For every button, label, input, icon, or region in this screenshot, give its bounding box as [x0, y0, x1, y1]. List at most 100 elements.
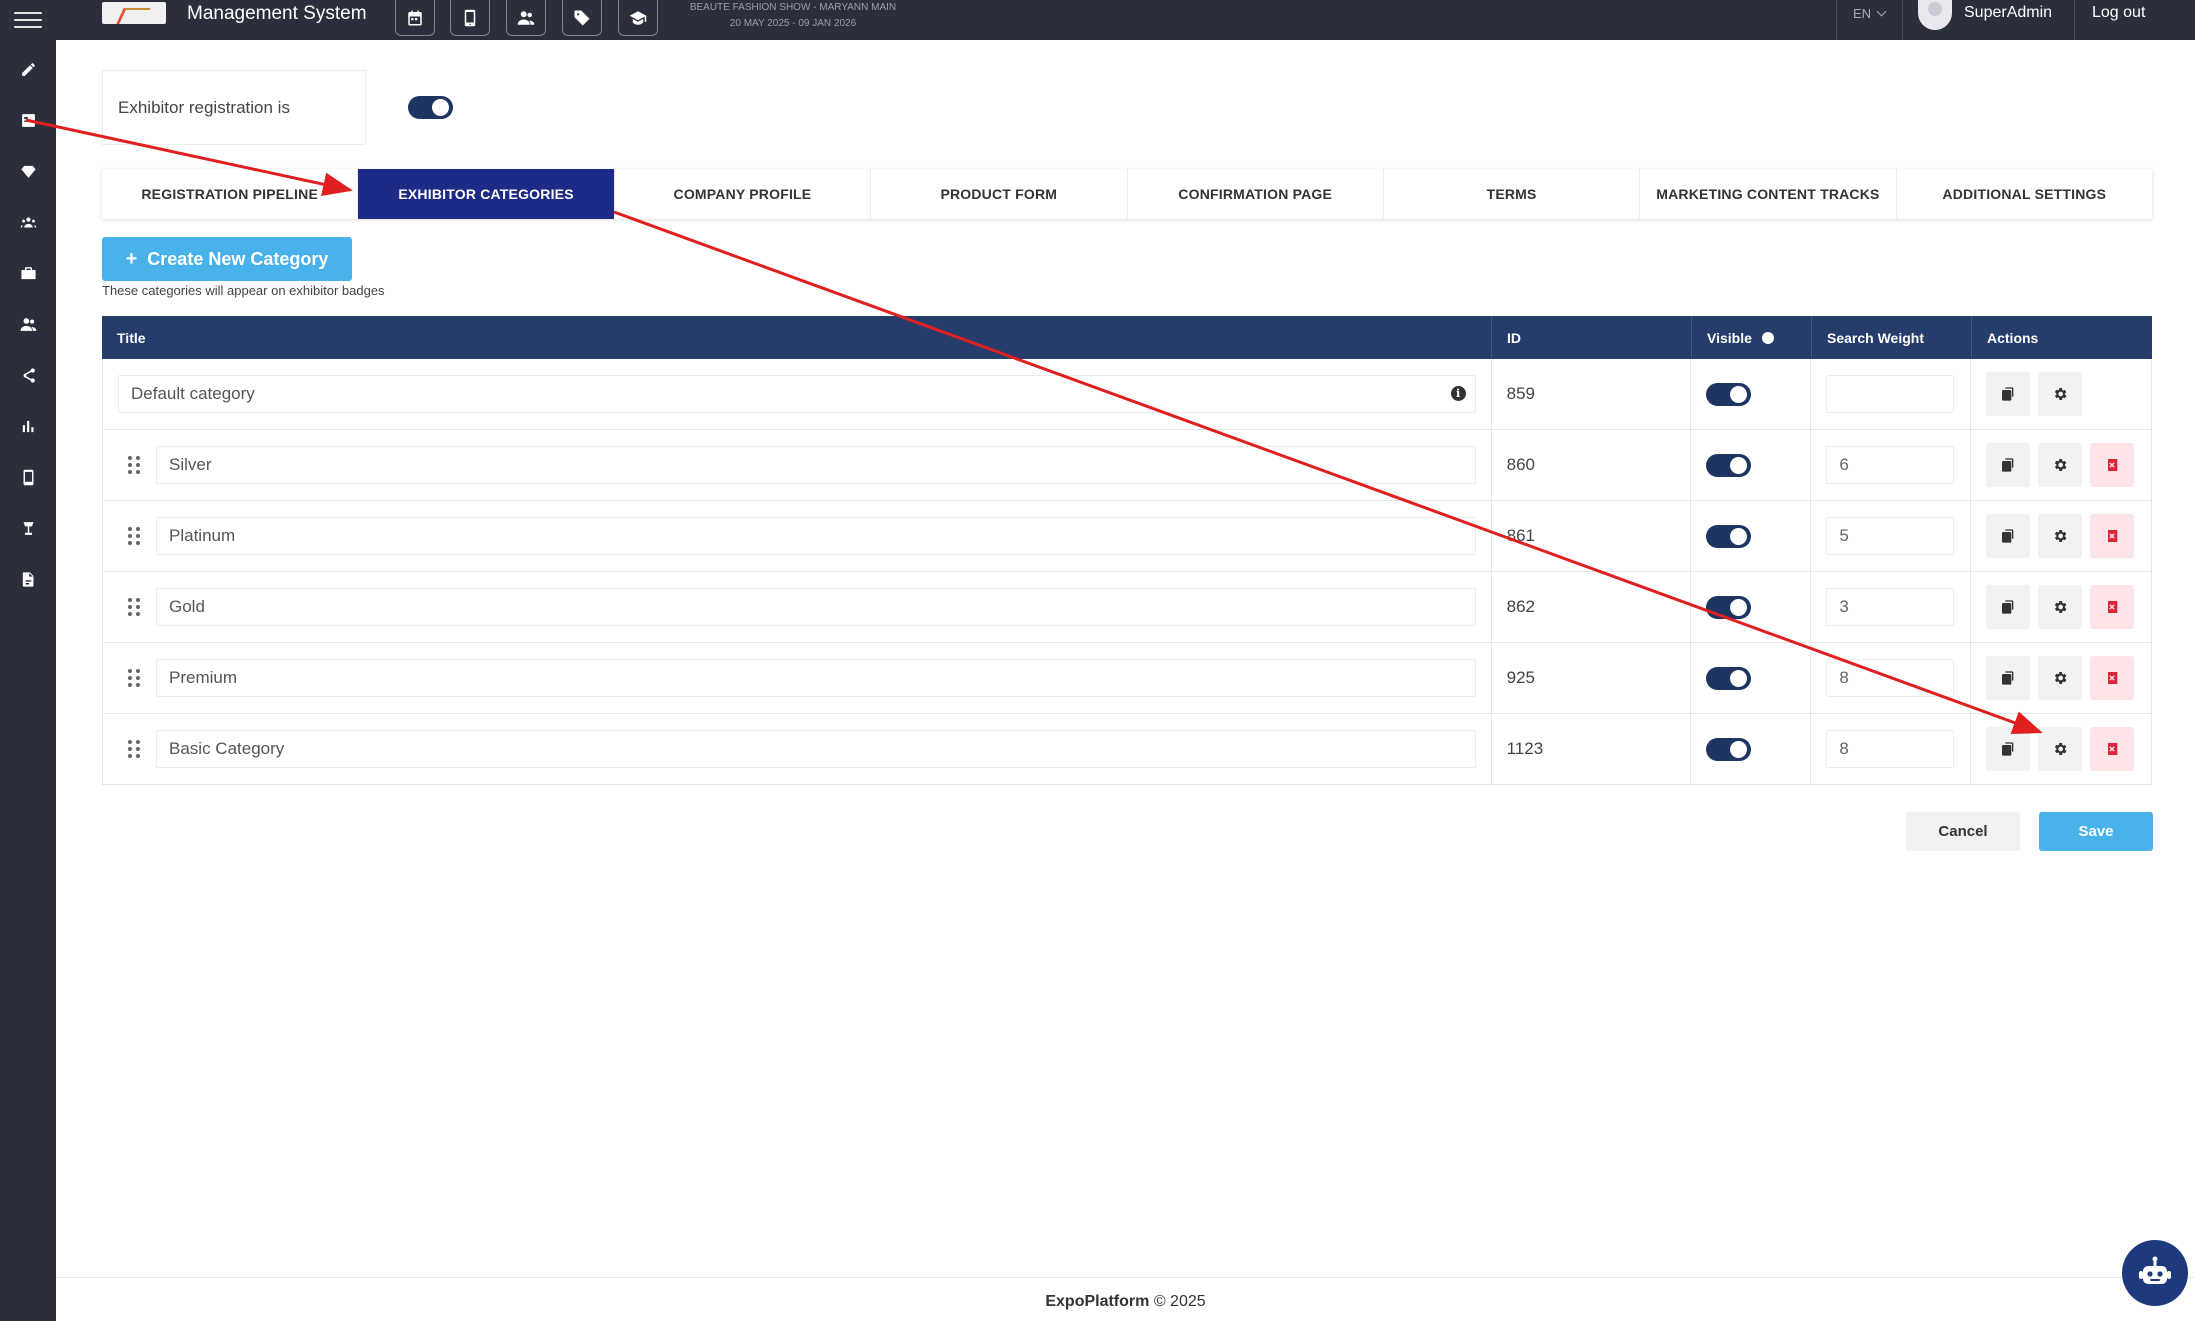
delete-icon[interactable]	[2090, 656, 2135, 700]
tab-exhibitor-categories[interactable]: EXHIBITOR CATEGORIES	[358, 169, 615, 219]
form-icon[interactable]	[14, 106, 42, 134]
user-name[interactable]: SuperAdmin	[1964, 4, 2052, 22]
delete-icon[interactable]	[2090, 727, 2135, 771]
copy-icon[interactable]	[1986, 727, 2031, 771]
category-title-input[interactable]	[118, 375, 1476, 413]
delete-icon[interactable]	[2090, 443, 2135, 487]
copy-icon[interactable]	[1986, 585, 2031, 629]
event-logo[interactable]	[102, 2, 166, 24]
copy-icon[interactable]	[1986, 372, 2031, 416]
tab-marketing-content-tracks[interactable]: MARKETING CONTENT TRACKS	[1640, 169, 1897, 219]
group-icon[interactable]	[14, 208, 42, 236]
drag-handle-icon[interactable]	[128, 740, 142, 758]
language-label: EN	[1853, 6, 1872, 21]
search-weight-input[interactable]	[1826, 659, 1955, 697]
tab-additional-settings[interactable]: ADDITIONAL SETTINGS	[1897, 169, 2152, 219]
share-icon[interactable]	[14, 361, 42, 389]
header-search-weight[interactable]: Search Weight	[1812, 316, 1972, 359]
tab-company-profile[interactable]: COMPANY PROFILE	[615, 169, 872, 219]
drag-handle-icon[interactable]	[128, 598, 142, 616]
visible-toggle[interactable]	[1706, 524, 1752, 548]
header-visible[interactable]: Visible	[1692, 316, 1812, 359]
category-title-input[interactable]	[156, 517, 1476, 555]
logout-button[interactable]: Log out	[2092, 4, 2145, 22]
copy-icon[interactable]	[1986, 656, 2031, 700]
visible-toggle[interactable]	[1706, 595, 1752, 619]
delete-icon[interactable]	[2090, 585, 2135, 629]
visible-toggle[interactable]	[1706, 737, 1752, 761]
file-icon[interactable]	[14, 565, 42, 593]
language-selector[interactable]: EN	[1853, 6, 1887, 21]
search-weight-input[interactable]	[1826, 730, 1955, 768]
gear-icon[interactable]	[2038, 372, 2083, 416]
drag-handle-icon[interactable]	[128, 456, 142, 474]
gear-icon[interactable]	[2038, 514, 2083, 558]
users-icon[interactable]	[14, 310, 42, 338]
tab-confirmation-page[interactable]: CONFIRMATION PAGE	[1128, 169, 1384, 219]
top-separator	[1836, 0, 1837, 40]
info-icon[interactable]	[1761, 331, 1774, 344]
search-weight-input[interactable]	[1826, 517, 1955, 555]
visible-toggle[interactable]	[1706, 666, 1752, 690]
copy-icon[interactable]	[1986, 443, 2031, 487]
category-id: 1123	[1506, 739, 1544, 758]
create-new-category-label: Create New Category	[147, 248, 329, 269]
lamp-icon[interactable]	[14, 514, 42, 542]
top-bar: Management System BEAUTE FASHION SHOW - …	[0, 0, 2195, 40]
delete-icon[interactable]	[2090, 514, 2135, 558]
sidebar	[0, 40, 56, 1321]
avatar[interactable]	[1918, 0, 1952, 30]
tab-product-form[interactable]: PRODUCT FORM	[871, 169, 1128, 219]
diamond-icon[interactable]	[14, 157, 42, 185]
gear-icon[interactable]	[2038, 727, 2083, 771]
briefcase-icon[interactable]	[14, 259, 42, 287]
mobile-icon[interactable]	[450, 0, 490, 36]
registration-toggle[interactable]	[408, 96, 453, 119]
table-row: i 859	[102, 359, 2152, 430]
title-cell	[103, 430, 1492, 500]
create-new-category-button[interactable]: + Create New Category	[102, 237, 352, 281]
gear-icon[interactable]	[2038, 585, 2083, 629]
tag-icon[interactable]	[562, 0, 602, 36]
gear-icon[interactable]	[2038, 443, 2083, 487]
category-title-input[interactable]	[156, 446, 1476, 484]
mobile-icon[interactable]	[14, 463, 42, 491]
category-title-input[interactable]	[156, 588, 1476, 626]
drag-handle-icon[interactable]	[128, 669, 142, 687]
default-title-wrap: i	[118, 375, 1476, 413]
chatbot-button[interactable]	[2122, 1240, 2188, 1306]
tab-registration-pipeline[interactable]: REGISTRATION PIPELINE	[102, 169, 359, 219]
search-weight-input[interactable]	[1826, 446, 1955, 484]
robot-icon	[2139, 1256, 2171, 1284]
search-weight-input[interactable]	[1826, 588, 1955, 626]
header-id[interactable]: ID	[1492, 316, 1692, 359]
table-body: i 859 860 861 862 925 1123	[102, 359, 2152, 785]
header-title[interactable]: Title	[102, 316, 1492, 359]
gear-icon[interactable]	[2038, 656, 2083, 700]
visible-toggle[interactable]	[1706, 453, 1752, 477]
hamburger-menu-icon[interactable]	[14, 9, 42, 31]
save-button[interactable]: Save	[2039, 812, 2153, 851]
graduation-cap-icon[interactable]	[618, 0, 658, 36]
drag-handle-icon[interactable]	[128, 527, 142, 545]
info-icon[interactable]: i	[1450, 386, 1466, 401]
people-icon[interactable]	[506, 0, 546, 36]
header-visible-label: Visible	[1707, 329, 1752, 346]
header-actions: Actions	[1987, 329, 2039, 346]
category-title-input[interactable]	[156, 659, 1476, 697]
categories-table: Title ID Visible Search Weight Actions i…	[102, 316, 2152, 785]
visible-cell	[1691, 714, 1812, 784]
pencil-icon[interactable]	[14, 55, 42, 83]
id-cell: 859	[1492, 359, 1692, 429]
cancel-button[interactable]: Cancel	[1906, 812, 2020, 851]
category-id: 861	[1506, 526, 1535, 545]
copy-icon[interactable]	[1986, 514, 2031, 558]
category-title-input[interactable]	[156, 730, 1476, 768]
bar-chart-icon[interactable]	[14, 412, 42, 440]
footer-brand[interactable]: ExpoPlatform	[1045, 1293, 1149, 1310]
search-weight-input[interactable]	[1826, 375, 1955, 413]
id-cell: 860	[1492, 430, 1692, 500]
calendar-icon[interactable]	[395, 0, 435, 36]
tab-terms[interactable]: TERMS	[1384, 169, 1641, 219]
visible-toggle[interactable]	[1706, 382, 1752, 406]
